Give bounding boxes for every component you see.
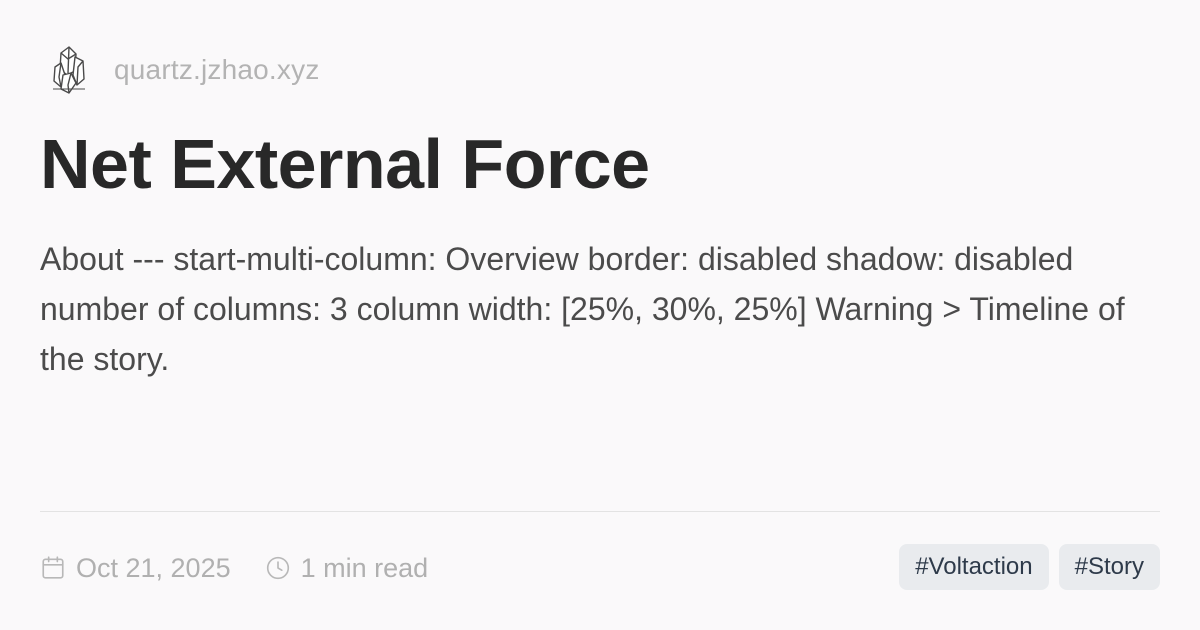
page-meta: Oct 21, 2025 1 min read (40, 545, 428, 591)
page-title: Net External Force (40, 125, 650, 203)
tag-list: #Voltaction #Story (899, 544, 1160, 590)
divider (40, 511, 1160, 512)
tag-voltaction[interactable]: #Voltaction (899, 544, 1049, 590)
og-card: quartz.jzhao.xyz Net External Force Abou… (40, 40, 1160, 590)
date-text: Oct 21, 2025 (76, 552, 231, 583)
read-time-meta: 1 min read (265, 552, 429, 584)
tag-story[interactable]: #Story (1058, 544, 1160, 590)
date-meta: Oct 21, 2025 (40, 553, 231, 584)
calendar-icon (40, 555, 66, 581)
site-domain[interactable]: quartz.jzhao.xyz (114, 54, 320, 86)
read-time-text: 1 min read (300, 552, 429, 583)
crystal-logo-icon (48, 44, 90, 96)
site-header: quartz.jzhao.xyz (48, 42, 320, 98)
page-description: About --- start-multi-column: Overview b… (40, 241, 1125, 377)
clock-icon (265, 555, 291, 581)
